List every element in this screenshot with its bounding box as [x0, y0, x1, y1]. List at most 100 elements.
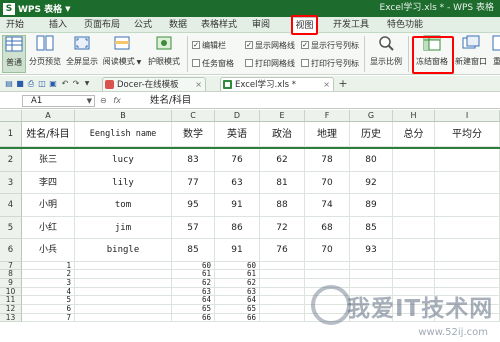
data-cell[interactable]: [393, 194, 435, 217]
data-cell[interactable]: [260, 261, 305, 271]
data-cell[interactable]: [305, 313, 350, 323]
data-cell[interactable]: 68: [305, 216, 350, 239]
data-cell[interactable]: [393, 149, 435, 172]
data-cell[interactable]: 83: [172, 149, 215, 172]
data-cell[interactable]: 62: [215, 278, 260, 288]
save-icon[interactable]: ■: [15, 79, 25, 89]
data-cell[interactable]: 77: [172, 171, 215, 194]
row-header[interactable]: 13: [0, 313, 22, 323]
redo-icon[interactable]: ↷: [71, 79, 81, 89]
data-cell[interactable]: 63: [215, 171, 260, 194]
new-window-button[interactable]: 新建窗口: [453, 35, 489, 73]
data-cell[interactable]: [75, 305, 172, 314]
data-cell[interactable]: [260, 296, 305, 305]
data-cell[interactable]: 81: [260, 171, 305, 194]
row-header[interactable]: 5: [0, 216, 22, 239]
data-cell[interactable]: 小兵: [22, 239, 75, 262]
row-header[interactable]: 3: [0, 171, 22, 194]
data-cell[interactable]: [75, 278, 172, 288]
data-cell[interactable]: [393, 313, 435, 323]
data-cell[interactable]: [350, 313, 393, 323]
data-cell[interactable]: [393, 239, 435, 262]
data-cell[interactable]: 小红: [22, 216, 75, 239]
data-cell[interactable]: [260, 287, 305, 297]
data-cell[interactable]: 66: [172, 313, 215, 323]
data-cell[interactable]: tom: [75, 194, 172, 217]
data-cell[interactable]: jim: [75, 216, 172, 239]
close-icon[interactable]: ×: [195, 78, 202, 92]
data-cell[interactable]: [393, 278, 435, 288]
data-cell[interactable]: [75, 313, 172, 323]
data-cell[interactable]: [350, 287, 393, 297]
data-cell[interactable]: 60: [172, 261, 215, 271]
print-headers-checkbox[interactable]: 打印行号列标: [301, 57, 359, 69]
data-cell[interactable]: [393, 305, 435, 314]
header-cell[interactable]: 英语: [215, 122, 260, 147]
row-header[interactable]: 2: [0, 149, 22, 172]
data-cell[interactable]: [350, 261, 393, 271]
zoom-button[interactable]: 显示比例: [368, 35, 404, 73]
undo-icon[interactable]: ↶: [60, 79, 70, 89]
print-icon[interactable]: ⎙: [26, 79, 36, 89]
data-cell[interactable]: [75, 261, 172, 271]
data-cell[interactable]: 60: [215, 261, 260, 271]
data-cell[interactable]: 1: [22, 261, 75, 271]
data-cell[interactable]: 63: [172, 287, 215, 297]
data-cell[interactable]: bingle: [75, 239, 172, 262]
data-cell[interactable]: [260, 270, 305, 279]
data-cell[interactable]: 78: [305, 149, 350, 172]
row-header[interactable]: 6: [0, 239, 22, 262]
data-cell[interactable]: 李四: [22, 171, 75, 194]
data-cell[interactable]: 76: [260, 239, 305, 262]
header-cell[interactable]: 地理: [305, 122, 350, 147]
data-cell[interactable]: [435, 239, 500, 262]
data-cell[interactable]: [75, 270, 172, 279]
data-cell[interactable]: [393, 261, 435, 271]
column-header[interactable]: B: [75, 110, 172, 122]
data-cell[interactable]: [75, 296, 172, 305]
row-header[interactable]: 4: [0, 194, 22, 217]
menu-tab-4[interactable]: 数据: [162, 17, 194, 33]
name-box[interactable]: A1 ▼: [22, 95, 95, 107]
data-cell[interactable]: [393, 171, 435, 194]
data-cell[interactable]: 7: [22, 313, 75, 323]
preview-icon[interactable]: ◫: [37, 79, 47, 89]
data-cell[interactable]: 3: [22, 278, 75, 288]
data-cell[interactable]: lily: [75, 171, 172, 194]
task-pane-checkbox[interactable]: 任务窗格: [192, 57, 234, 69]
data-cell[interactable]: 65: [215, 305, 260, 314]
zoom-formula-icon[interactable]: ⊖: [100, 96, 107, 105]
data-cell[interactable]: 66: [215, 313, 260, 323]
read-mode-button[interactable]: 阅读模式 ▼: [101, 35, 143, 73]
data-cell[interactable]: 93: [350, 239, 393, 262]
data-cell[interactable]: 95: [172, 194, 215, 217]
data-cell[interactable]: [435, 149, 500, 172]
column-header[interactable]: G: [350, 110, 393, 122]
header-cell[interactable]: 总分: [393, 122, 435, 147]
data-cell[interactable]: 91: [215, 239, 260, 262]
data-cell[interactable]: 85: [172, 239, 215, 262]
data-cell[interactable]: [435, 313, 500, 323]
menu-tab-3[interactable]: 公式: [127, 17, 159, 33]
doc-tab-excel[interactable]: Excel学习.xls * ×: [220, 77, 334, 91]
close-icon[interactable]: ×: [323, 78, 330, 92]
column-header[interactable]: A: [22, 110, 75, 122]
menu-tab-0[interactable]: 开始: [0, 17, 30, 33]
data-cell[interactable]: lucy: [75, 149, 172, 172]
data-cell[interactable]: 74: [305, 194, 350, 217]
data-cell[interactable]: [350, 278, 393, 288]
paste-icon[interactable]: ▣: [48, 79, 58, 89]
data-cell[interactable]: 张三: [22, 149, 75, 172]
data-cell[interactable]: 63: [215, 287, 260, 297]
formula-input[interactable]: 姓名/科目: [150, 94, 191, 108]
data-cell[interactable]: [305, 261, 350, 271]
header-cell[interactable]: 数学: [172, 122, 215, 147]
data-cell[interactable]: 6: [22, 305, 75, 314]
fullscreen-button[interactable]: 全屏显示: [64, 35, 100, 73]
header-cell[interactable]: 平均分: [435, 122, 500, 147]
data-cell[interactable]: 89: [350, 194, 393, 217]
data-cell[interactable]: 70: [305, 171, 350, 194]
chevron-down-icon[interactable]: ▼: [82, 79, 92, 89]
fx-button[interactable]: fx: [113, 96, 121, 105]
menu-tab-6[interactable]: 审阅: [244, 17, 278, 33]
